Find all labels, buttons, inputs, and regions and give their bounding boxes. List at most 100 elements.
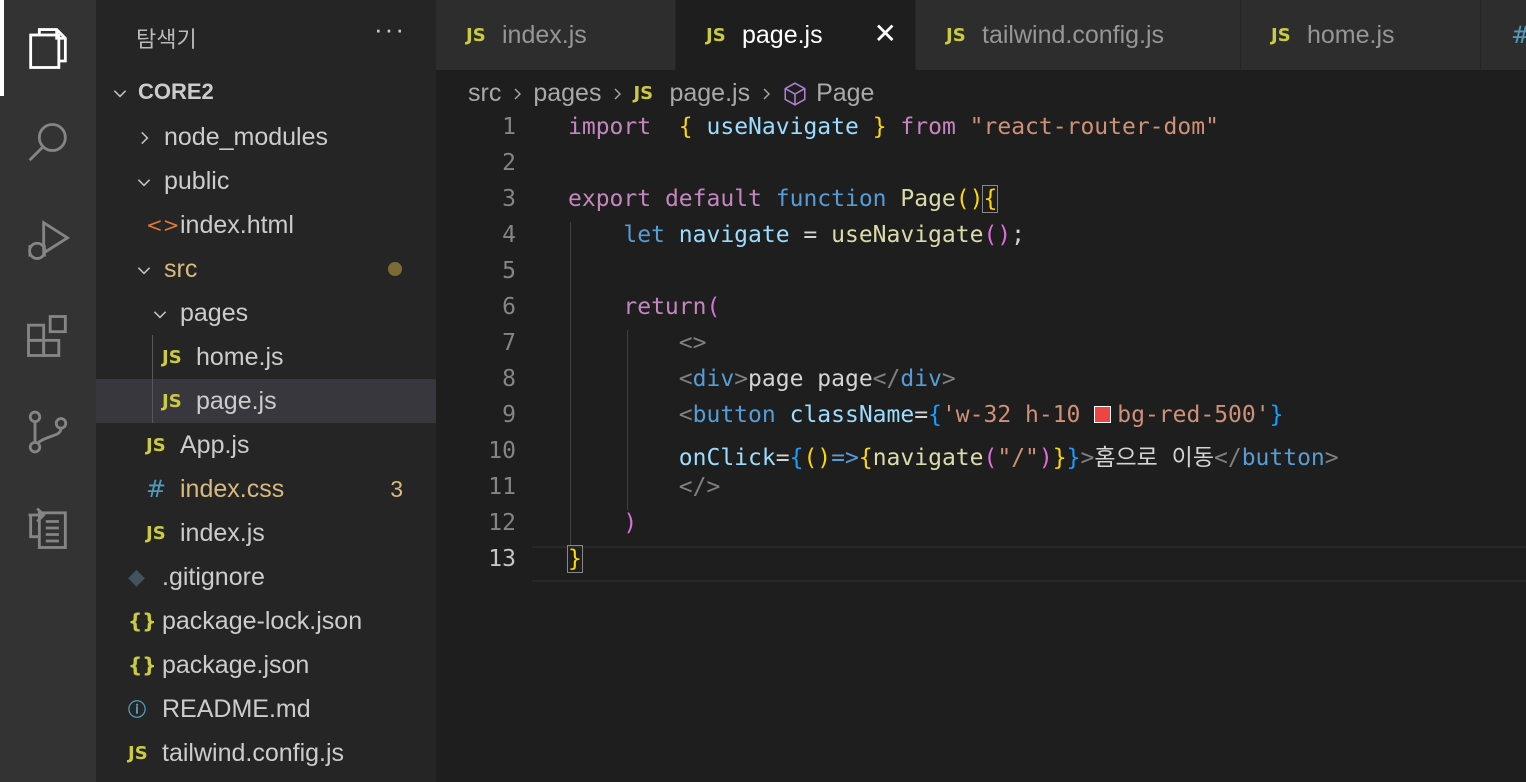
tab-label: home.js xyxy=(1307,20,1395,49)
code-token: useNavigate xyxy=(831,222,984,248)
tree-item-src[interactable]: src xyxy=(96,247,436,291)
js-file-icon: JS xyxy=(146,522,166,544)
code-token: = xyxy=(789,222,832,248)
code-line: onClick={()=>{navigate("/")}}>홈으로 이동</bu… xyxy=(568,438,1339,472)
code-token: onClick xyxy=(678,445,776,471)
code-token: <> xyxy=(678,330,707,356)
chevron-right-icon xyxy=(758,79,774,108)
code-editor[interactable]: 1 2 3 4 5 6 7 8 9 10 11 12 13 import { useNavigate }… xyxy=(436,114,1526,782)
js-file-icon: JS xyxy=(162,346,182,368)
tab-css-file[interactable]: # xyxy=(1481,0,1526,70)
chevron-down-icon xyxy=(148,299,172,328)
explorer-icon[interactable] xyxy=(0,0,96,96)
tree-item-label: page.js xyxy=(196,386,277,415)
tree-item-label: pages xyxy=(180,298,249,327)
modified-dot xyxy=(388,262,402,276)
code-token: bg-red-500' xyxy=(1117,402,1270,428)
remote-explorer-icon[interactable] xyxy=(0,480,96,576)
tree-item-app-js[interactable]: JS App.js xyxy=(96,423,436,467)
code-token: let xyxy=(623,222,665,248)
tree-item-label: .gitignore xyxy=(162,562,265,591)
code-token: export xyxy=(568,186,652,212)
code-token: > xyxy=(1324,445,1339,471)
css-file-icon: # xyxy=(1511,21,1526,49)
tree-item-index-html[interactable]: <> index.html xyxy=(96,203,436,247)
tree-item-readme[interactable]: ⓘ README.md xyxy=(96,687,436,731)
line-number: 9 xyxy=(502,402,516,428)
extensions-icon[interactable] xyxy=(0,288,96,384)
code-token: < xyxy=(678,366,693,392)
breadcrumb-item[interactable]: page.js xyxy=(669,79,750,108)
tree-item-package-lock-json[interactable]: {} package-lock.json xyxy=(96,599,436,643)
tree-item-tailwind-config[interactable]: JS tailwind.config.js xyxy=(96,731,436,775)
tree-item-label: tailwind.config.js xyxy=(162,738,345,767)
code-token: default xyxy=(664,186,762,212)
line-number: 1 xyxy=(502,114,516,140)
source-control-icon[interactable] xyxy=(0,384,96,480)
run-debug-icon[interactable] xyxy=(0,192,96,288)
code-token: ) xyxy=(623,510,638,536)
chevron-down-icon xyxy=(108,79,132,105)
sidebar-header: 탐색기 ··· xyxy=(96,0,436,70)
tree-item-label: index.html xyxy=(180,210,294,239)
breadcrumb-item[interactable]: pages xyxy=(533,79,601,108)
chevron-down-icon xyxy=(132,167,156,196)
code-token: () xyxy=(983,222,1012,248)
chevron-down-icon xyxy=(132,255,156,284)
tab-page-js[interactable]: JS page.js ✕ xyxy=(676,0,916,70)
css-file-icon: # xyxy=(146,475,167,503)
code-line: import { useNavigate } from "react-route… xyxy=(568,114,1219,140)
code-token: className xyxy=(789,402,915,428)
code-line: </> xyxy=(568,474,721,500)
project-folder[interactable]: CORE2 xyxy=(96,70,436,114)
search-icon[interactable] xyxy=(0,96,96,192)
tree-item-package-json[interactable]: {} package.json xyxy=(96,643,436,687)
tree-item-index-js[interactable]: JS index.js xyxy=(96,511,436,555)
code-token: button xyxy=(692,402,776,428)
js-file-icon: JS xyxy=(633,82,654,104)
code-token: { xyxy=(982,185,999,213)
git-file-icon: ◆ xyxy=(128,564,145,590)
more-actions-icon[interactable]: ··· xyxy=(374,14,406,45)
tree-item-label: src xyxy=(164,254,198,283)
chevron-right-icon xyxy=(132,123,156,152)
code-token: { xyxy=(928,402,942,428)
code-line: ) xyxy=(568,510,637,536)
code-token: useNavigate xyxy=(706,114,859,140)
tree-item-page-js[interactable]: JS page.js xyxy=(96,379,436,423)
json-file-icon: {} xyxy=(128,653,157,677)
tree-item-label: README.md xyxy=(162,694,311,723)
project-name: CORE2 xyxy=(138,79,214,104)
close-icon[interactable]: ✕ xyxy=(874,20,897,48)
activity-bar xyxy=(0,0,96,782)
tab-home-js[interactable]: JS home.js xyxy=(1241,0,1481,70)
js-file-icon: JS xyxy=(162,390,182,412)
tree-item-pages[interactable]: pages xyxy=(96,291,436,335)
line-number: 2 xyxy=(502,150,516,176)
breadcrumb-item[interactable]: Page xyxy=(816,79,874,108)
js-file-icon: JS xyxy=(466,24,486,46)
tree-item-public[interactable]: public xyxy=(96,159,436,203)
tab-index-js[interactable]: JS index.js xyxy=(436,0,676,70)
tree-item-index-css[interactable]: # index.css 3 xyxy=(96,467,436,511)
breadcrumb-item[interactable]: src xyxy=(468,79,501,108)
tree-item-node-modules[interactable]: node_modules xyxy=(96,115,436,159)
tree-item-label: package-lock.json xyxy=(162,606,363,635)
code-token: "/" xyxy=(997,445,1039,471)
tree-item-gitignore[interactable]: ◆ .gitignore xyxy=(96,555,436,599)
problems-badge: 3 xyxy=(390,475,403,502)
code-token: { xyxy=(678,114,693,140)
tab-tailwind-config-js[interactable]: JS tailwind.config.js xyxy=(916,0,1241,70)
tree-item-home-js[interactable]: JS home.js xyxy=(96,335,436,379)
